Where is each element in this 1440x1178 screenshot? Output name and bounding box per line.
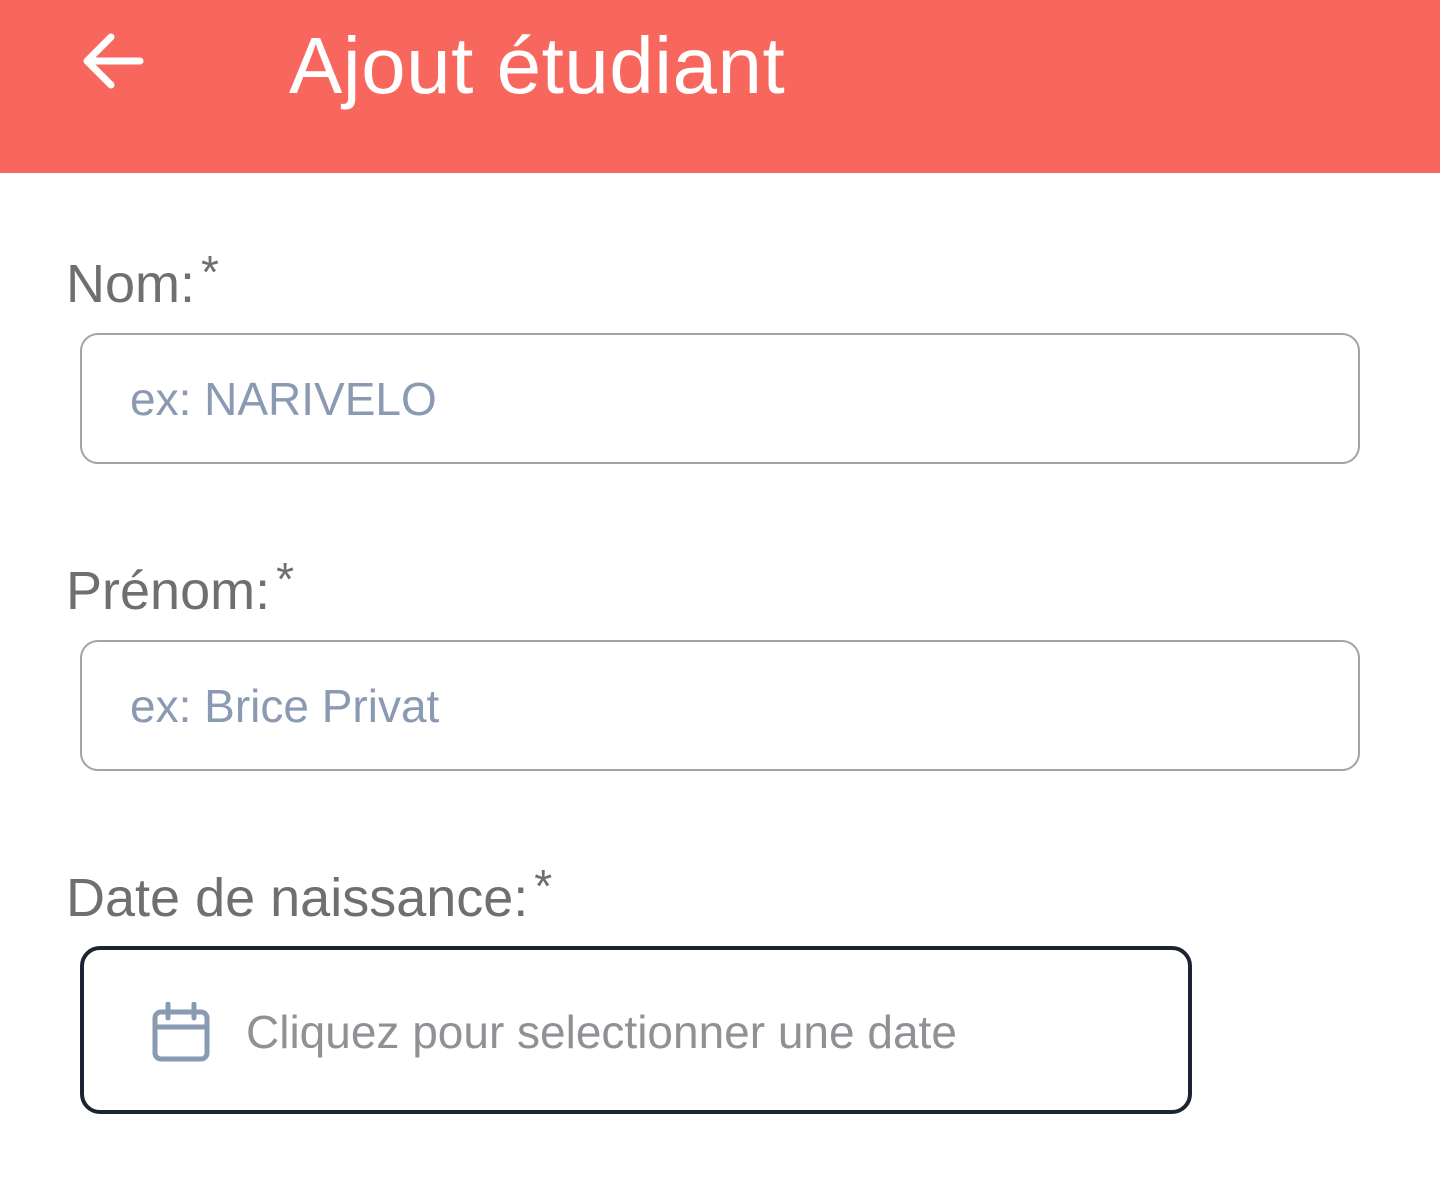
nom-label-text: Nom:: [66, 254, 196, 314]
page-title: Ajout étudiant: [289, 21, 786, 110]
date-naissance-required-mark: *: [534, 860, 553, 912]
date-placeholder: Cliquez pour selectionner une date: [246, 1006, 957, 1058]
date-naissance-label: Date de naissance: *: [66, 854, 552, 930]
nom-required-mark: *: [201, 246, 219, 298]
arrow-left-icon: [83, 33, 144, 89]
prenom-required-mark: *: [276, 553, 294, 605]
calendar-icon: [152, 1002, 210, 1062]
nom-field[interactable]: [80, 333, 1360, 464]
prenom-label: Prénom: *: [66, 547, 294, 623]
date-naissance-label-text: Date de naissance:: [66, 868, 529, 928]
app-bar: Ajout étudiant: [0, 0, 1440, 173]
prenom-label-text: Prénom:: [66, 561, 271, 621]
nom-label: Nom: *: [66, 240, 219, 316]
prenom-field[interactable]: [80, 640, 1360, 771]
prenom-input[interactable]: [130, 642, 1310, 769]
nom-input[interactable]: [130, 335, 1310, 462]
back-button[interactable]: [66, 14, 160, 108]
date-picker-field[interactable]: Cliquez pour selectionner une date: [80, 946, 1192, 1114]
